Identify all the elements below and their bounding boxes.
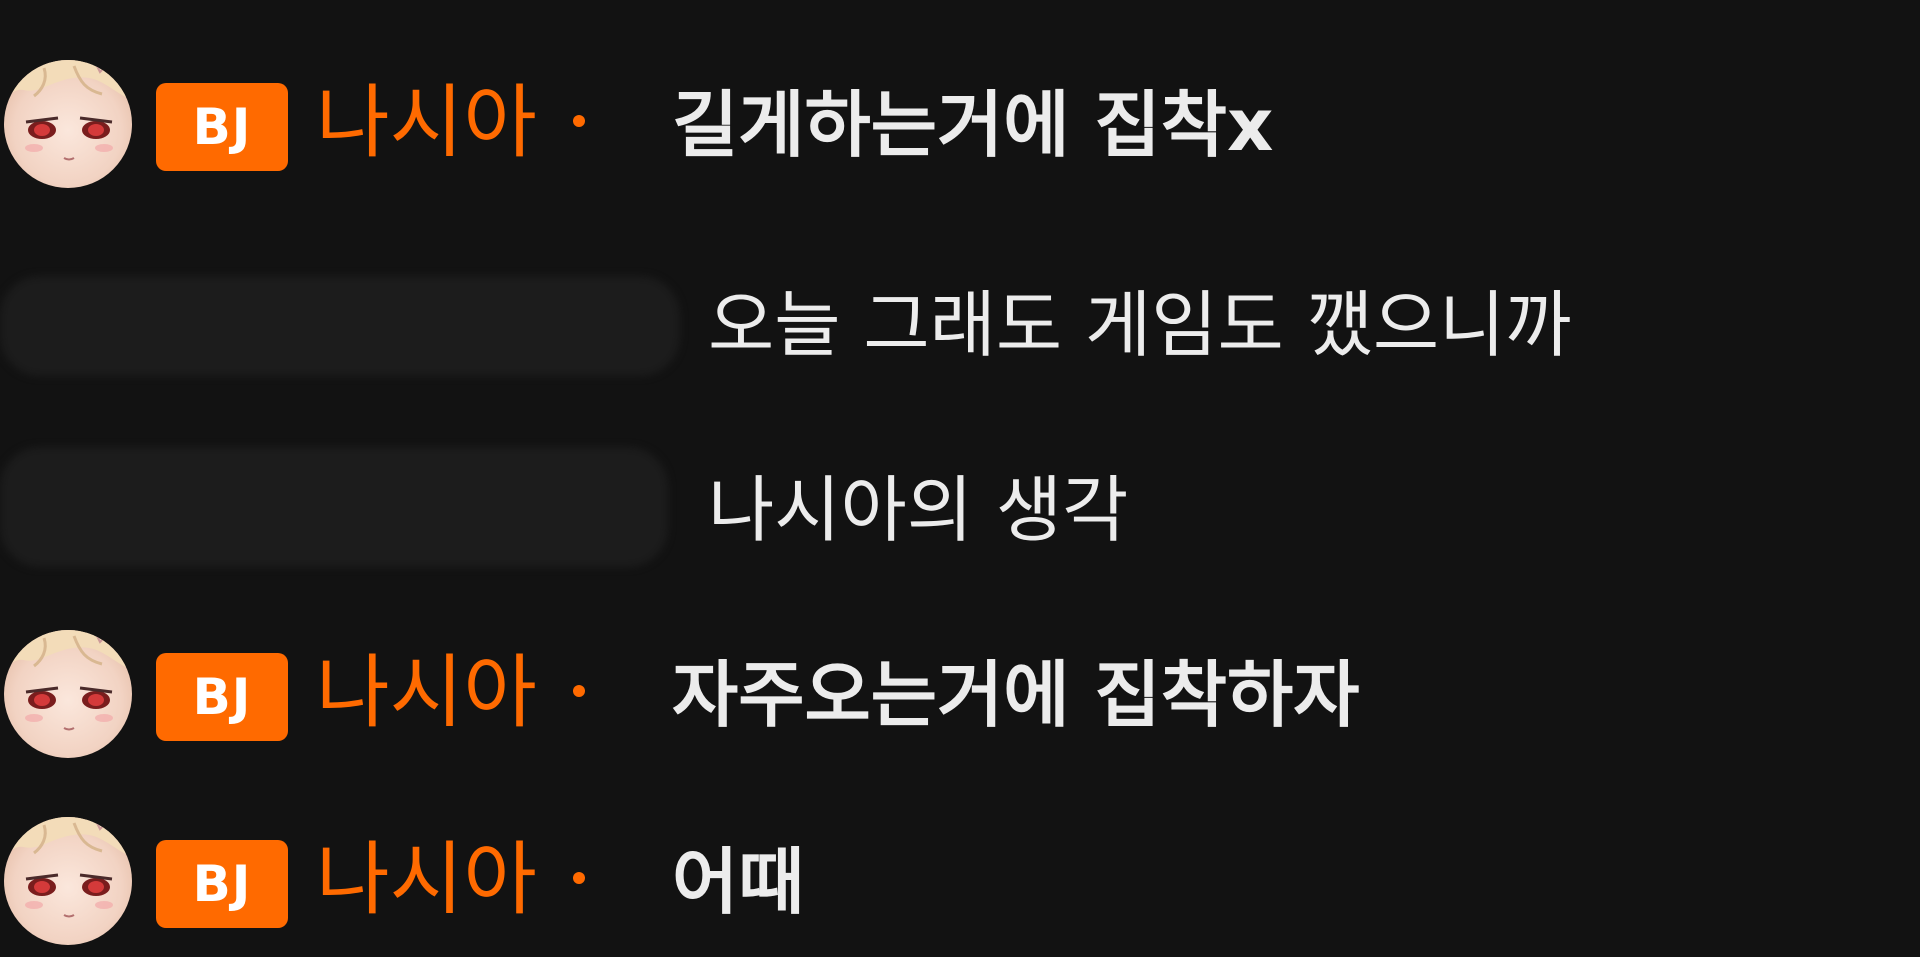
chat-message-row: 나시아의 생각 bbox=[0, 447, 1920, 597]
dot-separator-icon bbox=[573, 685, 585, 697]
nickname[interactable]: 나시아 bbox=[316, 825, 537, 935]
message-text: 오늘 그래도 게임도 깼으니까 bbox=[708, 283, 1572, 367]
bj-badge: BJ bbox=[156, 653, 288, 741]
chat-message-row: BJ 나시아 길게하는거에 집착x bbox=[0, 60, 1920, 210]
message-text: 자주오는거에 집착하자 bbox=[672, 653, 1360, 737]
chat-list: BJ 나시아 길게하는거에 집착x 오늘 그래도 게임도 깼으니까 나시아의 생… bbox=[0, 0, 1920, 957]
nickname[interactable]: 나시아 bbox=[316, 638, 537, 748]
chat-message-row: 오늘 그래도 게임도 깼으니까 bbox=[0, 262, 1920, 412]
message-text: 어때 bbox=[672, 840, 805, 924]
dot-separator-icon bbox=[573, 872, 585, 884]
message-text: 나시아의 생각 bbox=[708, 468, 1129, 552]
bj-badge: BJ bbox=[156, 840, 288, 928]
anime-girl-avatar-icon[interactable] bbox=[4, 817, 132, 945]
nickname[interactable]: 나시아 bbox=[316, 68, 537, 178]
anime-girl-avatar-icon[interactable] bbox=[4, 630, 132, 758]
anime-girl-avatar-icon[interactable] bbox=[4, 60, 132, 188]
message-text: 길게하는거에 집착x bbox=[672, 83, 1274, 167]
dot-separator-icon bbox=[573, 115, 585, 127]
redacted-viewer-name bbox=[0, 276, 680, 376]
chat-message-row: BJ 나시아 자주오는거에 집착하자 bbox=[0, 630, 1920, 780]
chat-message-row: BJ 나시아 어때 bbox=[0, 817, 1920, 957]
bj-badge: BJ bbox=[156, 83, 288, 171]
redacted-viewer-name bbox=[0, 447, 668, 567]
